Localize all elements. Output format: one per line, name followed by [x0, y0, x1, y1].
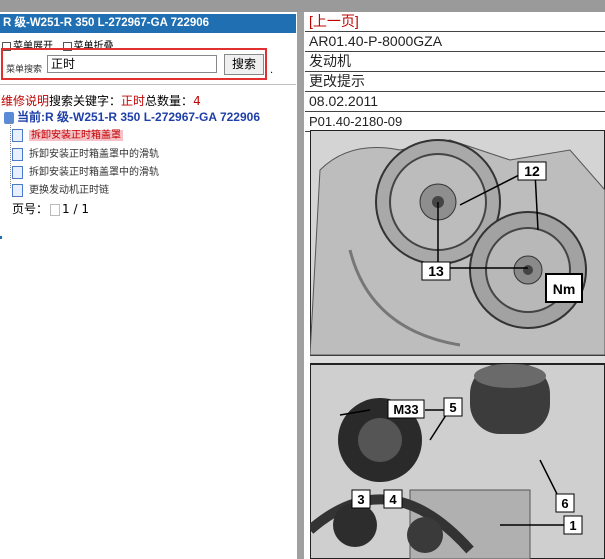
document-icon [12, 147, 23, 161]
pager-label: 页号： [12, 202, 49, 216]
list-item[interactable]: 更换发动机正时链 [12, 181, 109, 197]
result-prefix: 维修说明 [1, 94, 50, 108]
callout-4: 4 [389, 492, 397, 507]
callout-6: 6 [561, 496, 568, 511]
document-date: 08.02.2011 [305, 92, 605, 112]
search-input[interactable]: 正时 [47, 55, 217, 73]
list-item-label[interactable]: 拆卸安装正时箱盖罩中的滑轨 [29, 167, 159, 178]
list-item[interactable]: 拆卸安装正时箱盖罩中的滑轨 [12, 163, 159, 179]
figure-number: P01.40-2180-09 [305, 112, 605, 132]
count-value: 4 [193, 94, 201, 108]
callout-13: 13 [428, 263, 444, 279]
keyword-value: 正时 [121, 94, 146, 108]
count-label: 总数量： [145, 94, 194, 108]
separator [0, 84, 296, 85]
list-item[interactable]: 拆卸安装正时箱盖罩中的滑轨 [12, 145, 159, 161]
document-icon [12, 183, 23, 197]
ellipsis: . [270, 65, 274, 76]
list-item-label[interactable]: 拆卸安装正时箱盖罩 [29, 130, 123, 141]
list-item[interactable]: 拆卸安装正时箱盖罩 [12, 126, 123, 142]
search-button[interactable]: 搜索 [224, 54, 264, 75]
anchor-mark [0, 236, 2, 239]
engine-figure: 12 13 Nm M33 5 3 4 6 1 [310, 130, 605, 559]
change-note: 更改提示 [305, 72, 605, 92]
callout-3: 3 [357, 492, 364, 507]
page-box[interactable] [50, 203, 61, 216]
current-vehicle[interactable]: 当前:R 级-W251-R 350 L-272967-GA 722906 [4, 108, 260, 125]
document-icon [12, 128, 23, 142]
panel-divider[interactable] [297, 12, 304, 559]
callout-m33: M33 [393, 402, 418, 417]
search-label: 菜单搜索 [6, 65, 43, 75]
document-icon [12, 165, 23, 179]
document-code: AR01.40-P-8000GZA [305, 32, 605, 52]
document-subject: 发动机 [305, 52, 605, 72]
keyword-label: 搜索关键字： [49, 94, 122, 108]
list-item-label[interactable]: 更换发动机正时链 [29, 185, 109, 196]
list-item-label[interactable]: 拆卸安装正时箱盖罩中的滑轨 [29, 149, 159, 160]
prev-page-link[interactable]: [上一页] [305, 12, 605, 32]
top-bar [0, 0, 605, 12]
callout-12: 12 [524, 163, 540, 179]
callout-1: 1 [569, 518, 576, 533]
pager-value: 1 / 1 [62, 202, 89, 216]
search-form: 菜单搜索 正时 搜索 [1, 48, 267, 80]
vehicle-icon [4, 111, 14, 124]
current-label: 当前:R 级-W251-R 350 L-272967-GA 722906 [17, 110, 260, 124]
tree-connector [10, 122, 11, 188]
pager: 页号： 1 / 1 [12, 200, 89, 217]
left-panel-title: R 级-W251-R 350 L-272967-GA 722906 [0, 14, 296, 33]
callout-5: 5 [449, 400, 456, 415]
search-result-summary: 维修说明搜索关键字：正时总数量：4 [1, 92, 201, 109]
torque-icon: Nm [553, 281, 576, 297]
